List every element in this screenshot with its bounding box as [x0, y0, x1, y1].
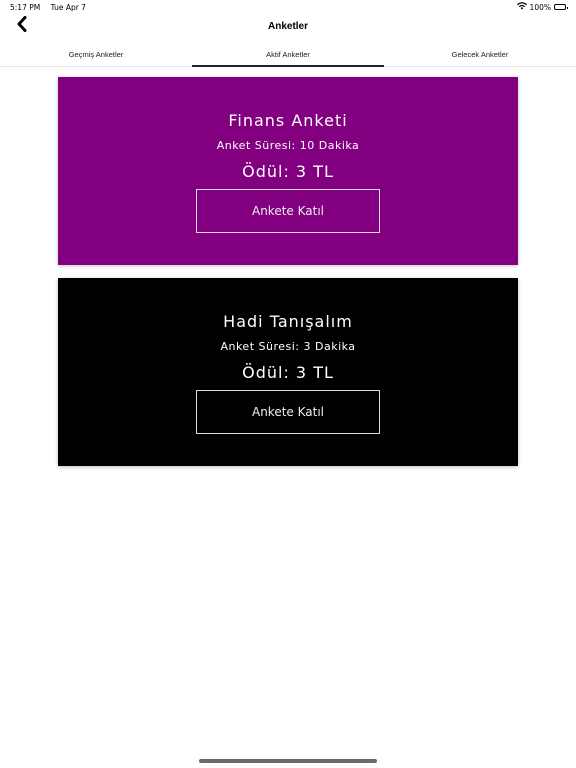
tab-active-surveys[interactable]: Aktif Anketler — [192, 42, 384, 67]
survey-title: Finans Anketi — [228, 111, 348, 130]
navigation-bar: Anketler — [0, 14, 576, 38]
survey-reward: Ödül: 3 TL — [242, 363, 334, 382]
wifi-icon — [516, 2, 527, 12]
survey-reward: Ödül: 3 TL — [242, 162, 334, 181]
tab-upcoming-surveys[interactable]: Gelecek Anketler — [384, 42, 576, 66]
status-left: 5:17 PM Tue Apr 7 — [10, 3, 94, 12]
survey-card: Finans Anketi Anket Süresi: 10 Dakika Öd… — [58, 77, 518, 265]
status-right: 100% — [516, 2, 568, 12]
chevron-left-icon — [16, 15, 28, 37]
status-bar: 5:17 PM Tue Apr 7 100% — [0, 0, 576, 14]
status-time: 5:17 PM — [10, 2, 41, 12]
battery-icon — [554, 4, 568, 10]
survey-duration: Anket Süresi: 10 Dakika — [216, 139, 360, 152]
tab-past-surveys[interactable]: Geçmiş Anketler — [0, 42, 192, 66]
status-date: Tue Apr 7 — [50, 2, 86, 12]
battery-percent: 100% — [529, 2, 551, 12]
survey-title: Hadi Tanışalım — [223, 312, 353, 331]
page-title: Anketler — [267, 20, 308, 32]
join-survey-button[interactable]: Ankete Katıl — [196, 189, 380, 233]
join-survey-button[interactable]: Ankete Katıl — [196, 390, 380, 434]
tab-bar: Geçmiş Anketler Aktif Anketler Gelecek A… — [0, 42, 576, 67]
survey-card: Hadi Tanışalım Anket Süresi: 3 Dakika Öd… — [58, 278, 518, 466]
survey-duration: Anket Süresi: 3 Dakika — [220, 340, 356, 353]
home-indicator[interactable] — [199, 759, 377, 763]
back-button[interactable] — [12, 15, 32, 37]
